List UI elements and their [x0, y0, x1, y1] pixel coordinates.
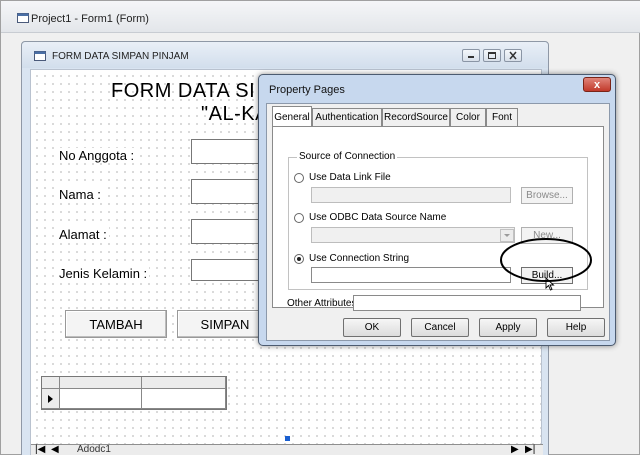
label-no-anggota: No Anggota :	[57, 148, 137, 163]
close-icon: x	[593, 78, 601, 91]
radio-odbc-data-source[interactable]	[294, 213, 304, 223]
label-alamat: Alamat :	[57, 227, 109, 242]
grid-cell[interactable]	[142, 389, 226, 409]
label-other-attributes: Other Attributes:	[287, 298, 360, 309]
grid-column-header[interactable]	[142, 377, 226, 389]
form-title: FORM DATA SIMPAN PINJAM	[52, 51, 189, 62]
tambah-button[interactable]: TAMBAH	[65, 310, 167, 338]
tab-font[interactable]: Font	[486, 108, 518, 126]
ok-button[interactable]: OK	[343, 318, 401, 337]
form-titlebar[interactable]: FORM DATA SIMPAN PINJAM	[22, 42, 548, 68]
dialog-body: General Authentication RecordSource Colo…	[266, 103, 610, 341]
dialog-close-button[interactable]: x	[583, 77, 611, 92]
adodc-control[interactable]: |◀ ◀ Adodc1 ▶ ▶|	[31, 444, 543, 455]
help-button[interactable]: Help	[547, 318, 605, 337]
radio-data-link-file[interactable]	[294, 173, 304, 183]
minimize-button[interactable]	[462, 49, 480, 62]
data-grid[interactable]	[41, 376, 227, 410]
label-data-link-file: Use Data Link File	[309, 172, 391, 183]
tab-authentication[interactable]: Authentication	[312, 108, 382, 126]
row-pointer-icon	[48, 395, 53, 403]
data-link-file-field	[311, 187, 511, 203]
connection-string-field[interactable]	[311, 267, 511, 283]
maximize-icon	[488, 52, 496, 59]
tab-color[interactable]: Color	[450, 108, 486, 126]
maximize-button[interactable]	[483, 49, 501, 62]
tab-general[interactable]: General	[272, 106, 312, 127]
other-attributes-field[interactable]	[353, 295, 581, 311]
form-heading-line1: FORM DATA SI	[111, 80, 256, 102]
label-jenis-kelamin: Jenis Kelamin :	[57, 266, 150, 281]
label-nama: Nama :	[57, 187, 103, 202]
cancel-button[interactable]: Cancel	[411, 318, 469, 337]
dialog-title: Property Pages	[269, 84, 345, 96]
grid-row-selector[interactable]	[42, 389, 60, 409]
highlight-ellipse	[500, 238, 592, 282]
first-record-button[interactable]: |◀	[35, 444, 45, 455]
ide-titlebar: Project1 - Form1 (Form)	[1, 1, 640, 33]
browse-button[interactable]: Browse...	[521, 187, 573, 204]
odbc-data-source-dropdown	[311, 227, 515, 243]
last-record-button[interactable]: ▶|	[525, 444, 535, 455]
ide-window-title: Project1 - Form1 (Form)	[31, 13, 149, 25]
close-icon	[509, 51, 517, 60]
form-icon	[34, 51, 46, 61]
form-window-icon	[17, 13, 29, 23]
group-label: Source of Connection	[297, 151, 398, 162]
adodc-caption: Adodc1	[77, 444, 111, 455]
radio-connection-string[interactable]	[294, 254, 304, 264]
next-record-button[interactable]: ▶	[511, 444, 519, 455]
apply-button[interactable]: Apply	[479, 318, 537, 337]
label-connection-string: Use Connection String	[309, 253, 410, 264]
close-button[interactable]	[504, 49, 522, 62]
property-pages-dialog[interactable]: Property Pages x General Authentication …	[258, 74, 616, 346]
selection-handle[interactable]	[285, 436, 290, 441]
minimize-icon	[468, 56, 474, 58]
label-odbc-data-source: Use ODBC Data Source Name	[309, 212, 447, 223]
previous-record-button[interactable]: ◀	[51, 444, 59, 455]
grid-corner-cell	[42, 377, 60, 389]
grid-cell[interactable]	[60, 389, 142, 409]
tab-recordsource[interactable]: RecordSource	[382, 108, 450, 126]
grid-column-header[interactable]	[60, 377, 142, 389]
